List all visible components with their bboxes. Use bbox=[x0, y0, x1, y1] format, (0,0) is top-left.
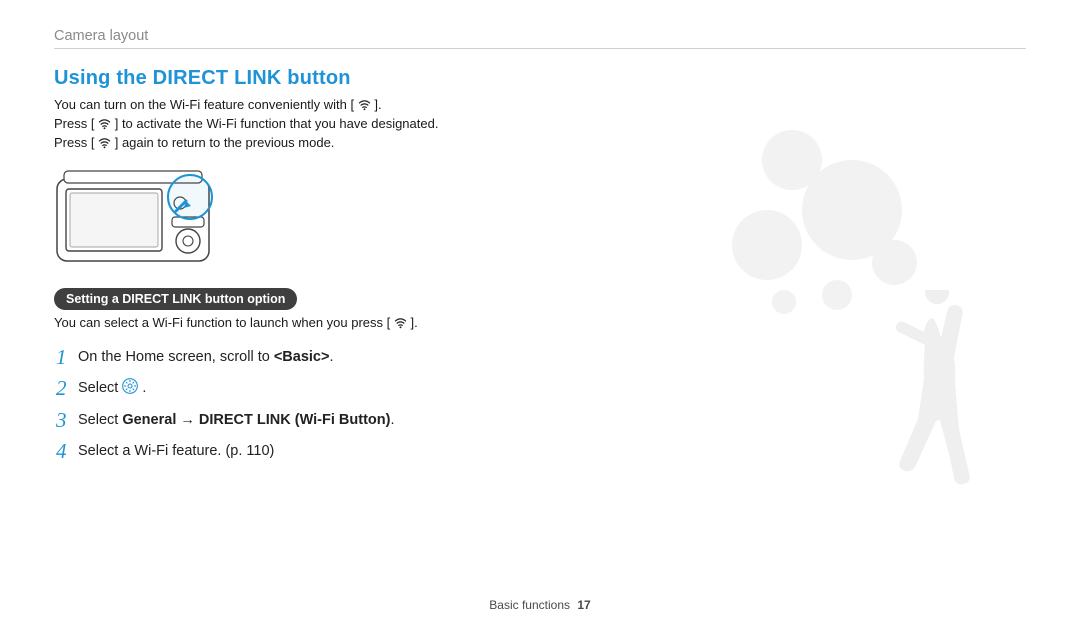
step-text: Select . bbox=[78, 377, 146, 400]
steps-list: 1On the Home screen, scroll to <Basic>.2… bbox=[56, 346, 1026, 462]
pill-desc: You can select a Wi-Fi function to launc… bbox=[54, 314, 1026, 333]
step-row: 1On the Home screen, scroll to <Basic>. bbox=[56, 346, 1026, 369]
subheading-pill: Setting a DIRECT LINK button option bbox=[54, 288, 297, 310]
text: You can turn on the Wi-Fi feature conven… bbox=[54, 97, 354, 112]
intro-line-2: Press [ ] to activate the Wi-Fi function… bbox=[54, 115, 1026, 134]
step-row: 2Select . bbox=[56, 377, 1026, 400]
text: ]. bbox=[374, 97, 381, 112]
step-text: Select a Wi-Fi feature. (p. 110) bbox=[78, 440, 274, 463]
step-number: 1 bbox=[56, 346, 78, 369]
text: ] again to return to the previous mode. bbox=[115, 135, 335, 150]
intro-line-3: Press [ ] again to return to the previou… bbox=[54, 134, 1026, 153]
step-number: 4 bbox=[56, 440, 78, 463]
wifi-icon bbox=[358, 100, 371, 111]
wifi-icon bbox=[98, 138, 111, 149]
wifi-icon bbox=[98, 119, 111, 130]
text: Press [ bbox=[54, 135, 94, 150]
divider bbox=[54, 48, 1026, 49]
step-text: On the Home screen, scroll to <Basic>. bbox=[78, 346, 334, 369]
text: Press [ bbox=[54, 116, 94, 131]
text: ] to activate the Wi-Fi function that yo… bbox=[115, 116, 439, 131]
intro-line-1: You can turn on the Wi-Fi feature conven… bbox=[54, 96, 1026, 115]
step-text: Select General → DIRECT LINK (Wi-Fi Butt… bbox=[78, 409, 394, 432]
step-row: 4Select a Wi-Fi feature. (p. 110) bbox=[56, 440, 1026, 463]
settings-icon bbox=[122, 378, 138, 394]
step-number: 3 bbox=[56, 409, 78, 432]
step-number: 2 bbox=[56, 377, 78, 400]
breadcrumb: Camera layout bbox=[54, 28, 1026, 44]
page-footer: Basic functions 17 bbox=[0, 598, 1080, 612]
wifi-icon bbox=[394, 318, 407, 329]
manual-page: Camera layout Using the DIRECT LINK butt… bbox=[0, 0, 1080, 630]
footer-section: Basic functions bbox=[489, 598, 570, 612]
section-title: Using the DIRECT LINK button bbox=[54, 67, 1026, 90]
footer-page-number: 17 bbox=[577, 598, 590, 612]
step-row: 3Select General → DIRECT LINK (Wi-Fi But… bbox=[56, 409, 1026, 432]
text: ]. bbox=[411, 315, 418, 330]
text: You can select a Wi-Fi function to launc… bbox=[54, 315, 390, 330]
camera-illustration bbox=[54, 167, 1026, 270]
